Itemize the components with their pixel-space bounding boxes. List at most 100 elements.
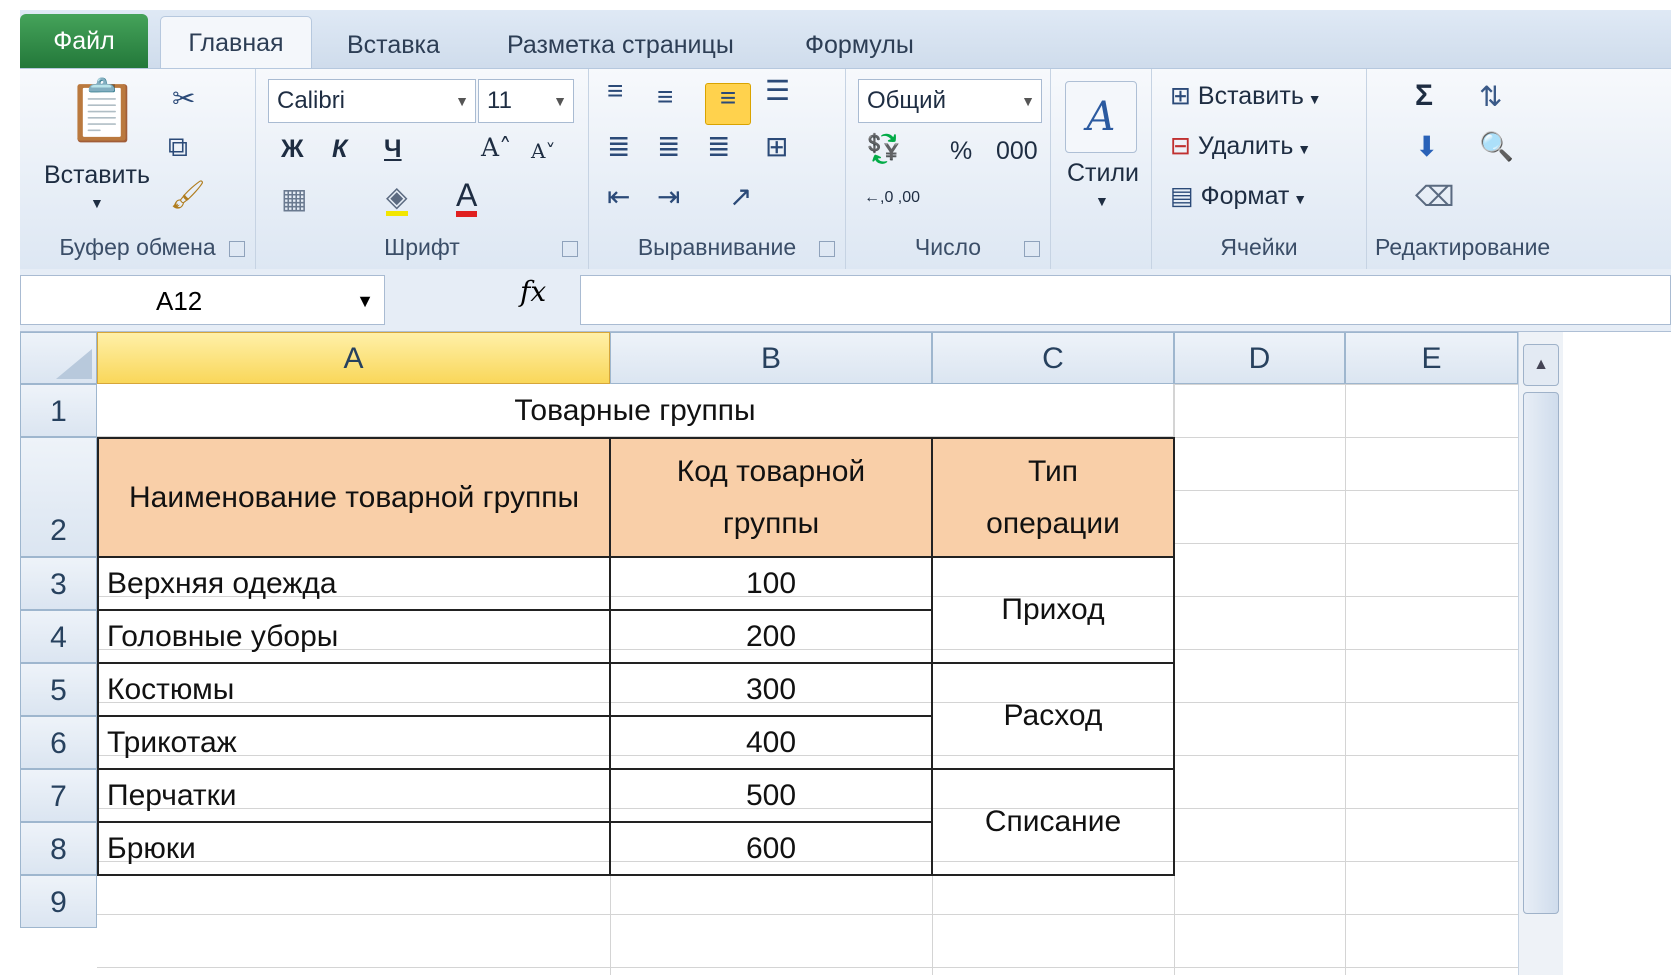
find-icon[interactable]: 🔍	[1479, 133, 1514, 161]
column-header-e[interactable]: E	[1345, 332, 1518, 384]
styles-button[interactable]: A	[1065, 81, 1137, 153]
font-name-select[interactable]: Calibri ▼	[268, 79, 476, 123]
scrollbar-thumb[interactable]	[1523, 392, 1559, 914]
table-row-code[interactable]: 100	[609, 556, 933, 611]
tab-formulas[interactable]: Формулы	[805, 22, 914, 68]
underline-button[interactable]: Ч	[384, 135, 402, 164]
column-header-b[interactable]: B	[610, 332, 932, 384]
clear-icon[interactable]: ⌫	[1415, 183, 1455, 211]
title-cell[interactable]: Товарные группы	[97, 384, 1174, 437]
delete-cells-button[interactable]: ⊟ Удалить ▼	[1170, 131, 1311, 161]
number-format-value: Общий	[867, 87, 946, 114]
row-header-1[interactable]: 1	[20, 384, 97, 437]
header-cell-name[interactable]: Наименование товарной группы	[97, 437, 611, 558]
row-header-9[interactable]: 9	[20, 875, 97, 928]
column-header-c[interactable]: C	[932, 332, 1174, 384]
header-cell-operation[interactable]: Тип операции	[931, 437, 1175, 558]
styles-icon: A	[1086, 94, 1116, 140]
tab-home[interactable]: Главная	[160, 16, 312, 69]
name-box[interactable]: A12 ▼	[20, 275, 385, 325]
table-row-code[interactable]: 600	[609, 821, 933, 876]
row-header-8[interactable]: 8	[20, 822, 97, 875]
paste-icon[interactable]: 📋	[65, 81, 140, 141]
table-row-name[interactable]: Головные уборы	[97, 609, 611, 664]
col-gridline-e	[1345, 384, 1346, 975]
shrink-font-button[interactable]: A˅	[531, 139, 555, 163]
percent-button[interactable]: %	[950, 137, 972, 166]
align-top-icon[interactable]: ≡	[607, 77, 623, 105]
formula-input[interactable]	[580, 275, 1671, 325]
table-row-name[interactable]: Брюки	[97, 821, 611, 876]
number-group-label: Число	[914, 234, 982, 260]
insert-cells-button[interactable]: ⊞ Вставить ▼	[1170, 81, 1322, 111]
chevron-down-icon[interactable]: ▼	[356, 276, 374, 326]
align-left-icon[interactable]: ≣	[607, 133, 630, 161]
insert-function-icon[interactable]: fx	[520, 275, 546, 308]
tab-page-layout[interactable]: Разметка страницы	[507, 22, 734, 68]
font-size-select[interactable]: 11 ▼	[478, 79, 574, 123]
row-header-5[interactable]: 5	[20, 663, 97, 716]
copy-icon[interactable]: ⧉	[168, 133, 188, 161]
alignment-launcher-icon[interactable]	[819, 241, 835, 257]
row-header-6[interactable]: 6	[20, 716, 97, 769]
header-cell-code[interactable]: Код товарной группы	[609, 437, 933, 558]
fill-color-icon[interactable]: ◈	[386, 183, 408, 216]
align-middle-icon[interactable]: ≡	[657, 83, 673, 111]
format-cells-button[interactable]: ▤ Формат ▼	[1170, 181, 1307, 211]
operation-cell[interactable]: Приход	[931, 556, 1175, 664]
row-header-3[interactable]: 3	[20, 557, 97, 610]
chevron-down-icon: ▼	[1303, 91, 1322, 107]
align-right-icon[interactable]: ≣	[707, 133, 730, 161]
vertical-scrollbar[interactable]: ▲	[1518, 332, 1563, 975]
borders-icon[interactable]: ▦	[281, 185, 307, 213]
orientation-icon[interactable]: ↗	[729, 183, 752, 211]
paste-dropdown-icon[interactable]: ▼	[90, 195, 104, 211]
table-row-name[interactable]: Трикотаж	[97, 715, 611, 770]
cut-icon[interactable]: ✂	[172, 85, 195, 113]
autosum-button[interactable]: Σ	[1415, 79, 1433, 113]
column-header-d[interactable]: D	[1174, 332, 1345, 384]
merge-cells-icon[interactable]: ⊞	[765, 133, 788, 161]
number-launcher-icon[interactable]	[1024, 241, 1040, 257]
table-row-code[interactable]: 500	[609, 768, 933, 823]
bold-button[interactable]: Ж	[281, 135, 304, 164]
row-header-4[interactable]: 4	[20, 610, 97, 663]
table-row-name[interactable]: Костюмы	[97, 662, 611, 717]
tab-insert[interactable]: Вставка	[347, 22, 440, 68]
align-bottom-icon[interactable]: ≡	[705, 83, 751, 125]
row-header-2[interactable]: 2	[20, 437, 97, 557]
clipboard-launcher-icon[interactable]	[229, 241, 245, 257]
font-launcher-icon[interactable]	[562, 241, 578, 257]
currency-icon[interactable]: 💱	[866, 135, 901, 163]
table-row-name[interactable]: Перчатки	[97, 768, 611, 823]
wrap-text-icon[interactable]: ☰	[765, 77, 790, 105]
chevron-down-icon[interactable]: ▼	[1095, 193, 1109, 209]
select-all-button[interactable]	[20, 332, 97, 384]
font-color-icon[interactable]: A	[456, 179, 478, 217]
increase-decimal-button[interactable]: ←,0 ,00	[864, 189, 920, 207]
paste-button[interactable]: Вставить	[44, 161, 150, 190]
ribbon-tabs: Файл Главная Вставка Разметка страницы Ф…	[20, 10, 1671, 69]
align-center-icon[interactable]: ≣	[657, 133, 680, 161]
format-painter-icon[interactable]: 🖌	[170, 181, 206, 209]
scroll-up-icon[interactable]: ▲	[1523, 344, 1559, 386]
thousands-button[interactable]: 000	[996, 137, 1038, 166]
sort-filter-icon[interactable]: ⇅	[1479, 83, 1502, 111]
chevron-down-icon: ▼	[455, 93, 469, 109]
grow-font-button[interactable]: A˄	[481, 133, 512, 162]
operation-cell[interactable]: Расход	[931, 662, 1175, 770]
fill-icon[interactable]: ⬇	[1415, 133, 1438, 161]
tab-file[interactable]: Файл	[20, 14, 148, 68]
table-row-name[interactable]: Верхняя одежда	[97, 556, 611, 611]
editing-group: Σ ⇅ ⬇ 🔍 ⌫ Редактирование	[1367, 69, 1671, 269]
row-header-7[interactable]: 7	[20, 769, 97, 822]
table-row-code[interactable]: 300	[609, 662, 933, 717]
table-row-code[interactable]: 400	[609, 715, 933, 770]
decrease-indent-icon[interactable]: ⇤	[607, 183, 630, 211]
column-header-a[interactable]: A	[97, 332, 610, 384]
number-format-select[interactable]: Общий ▼	[858, 79, 1042, 123]
increase-indent-icon[interactable]: ⇥	[657, 183, 680, 211]
italic-button[interactable]: К	[332, 135, 347, 164]
table-row-code[interactable]: 200	[609, 609, 933, 664]
operation-cell[interactable]: Списание	[931, 768, 1175, 876]
